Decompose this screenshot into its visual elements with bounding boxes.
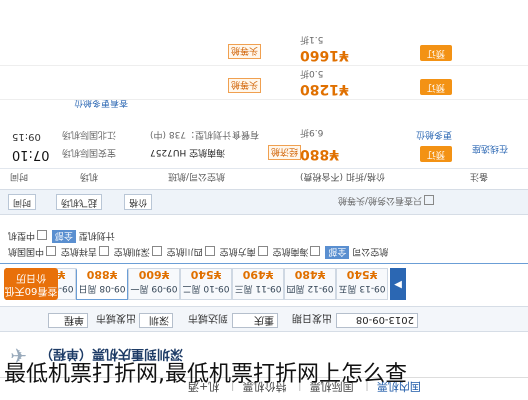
col-price[interactable]: 价格/折扣 (不含税费) [300, 171, 385, 184]
airline-option: 四川航空 [166, 246, 203, 256]
next-date-arrow[interactable]: ▶ [390, 268, 406, 300]
airline-checkbox[interactable] [310, 246, 321, 257]
dep-airport: 宝安国际机场 [62, 147, 117, 157]
arr-airport: 江北国际机场 [62, 129, 117, 139]
caption-text: 最低机票打折网,最低机票打折网上怎么查 [4, 362, 407, 387]
date-label: 出发日期 [292, 312, 332, 323]
arr-time: 09:15 [12, 131, 41, 142]
meal-info: 有餐食 [232, 129, 260, 139]
col-airline: 航空公司/航班 [168, 171, 226, 181]
airline-checkbox[interactable] [204, 246, 215, 257]
date-tabs: ◀ 09-07 周六¥730 09-08 周日¥880 09-09 周一¥600… [0, 264, 528, 300]
plane-all-button[interactable]: 全部 [51, 230, 76, 243]
col-airport: 机场 [80, 171, 99, 181]
cabin-tag: 经济舱 [268, 145, 302, 160]
cabin-discount: 5.1折 [300, 34, 324, 44]
sort-price-button[interactable]: 价格 [124, 194, 153, 210]
seat-select-link[interactable]: 在线选座 [472, 143, 508, 156]
airline-checkbox[interactable] [46, 246, 57, 257]
plane-filter-label: 计划机型 [78, 230, 115, 240]
date-tab[interactable]: 09-10 周二 ¥540 [180, 268, 232, 300]
airline-checkbox[interactable] [257, 246, 268, 257]
cabin-tag: 头等舱 [228, 78, 262, 93]
depart-city-input[interactable]: 深圳 [139, 313, 173, 328]
plane-option: 中型机 [8, 230, 36, 240]
depart-label: 出发城市 [96, 312, 136, 323]
airline-checkbox[interactable] [151, 246, 162, 257]
sort-bar: 时间 起飞机场 价格 只查看公务舱/头等舱 [0, 189, 528, 215]
date-tab[interactable]: 09-12 周四 ¥480 [284, 268, 336, 300]
airline-all-button[interactable]: 全部 [325, 246, 350, 259]
airline-option: 中国国航 [8, 246, 45, 256]
col-time[interactable]: 时间 [10, 171, 28, 184]
flight-discount: 6.9折 [300, 127, 324, 137]
airline-option: 南方航空 [219, 246, 256, 256]
calendar-button[interactable]: 查看60天低价日历 [4, 268, 58, 300]
rotated-screenshot: 国内机票| 国际机票| 特价机票| 机+酒 ✈ 深圳到重庆机票（单程） 单程 出… [0, 0, 528, 400]
sort-airport-button[interactable]: 起飞机场 [56, 194, 103, 210]
flight-row[interactable]: 07:10 09:15 宝安国际机场 江北国际机场 海南航空 HU7257 计划… [0, 114, 528, 164]
airline-filter-label: 航空公司 [352, 246, 389, 256]
book-button[interactable]: 预订 [420, 45, 452, 61]
filter-panel: 航空公司 全部 海南航空 南方航空 四川航空 深圳航空 吉祥航空 中国国航 计划… [0, 225, 528, 264]
cabin-tag: 头等舱 [228, 44, 262, 59]
col-note: 备注 [470, 171, 489, 181]
book-button[interactable]: 预订 [420, 146, 452, 162]
flight-number: 海南航空 HU7257 [150, 147, 226, 157]
date-tab[interactable]: 09-13 周五 ¥540 [336, 268, 388, 300]
cabin-row[interactable]: 头等舱 ¥1280 5.0折 预订 [0, 68, 528, 100]
plane-type: 计划机型：738 (中) [150, 129, 232, 139]
flight-price: ¥880 [300, 146, 339, 162]
book-button[interactable]: 预订 [420, 79, 452, 95]
cabin-row[interactable]: 头等舱 ¥1660 5.1折 预订 [0, 34, 528, 66]
search-bar: 单程 出发城市 深圳 到达城市 重庆 出发日期 2013-09-08 [0, 306, 528, 332]
arrive-city-input[interactable]: 重庆 [232, 313, 278, 328]
cabin-price: ¥1280 [300, 81, 349, 97]
dep-time: 07:10 [12, 147, 50, 162]
airline-option: 吉祥航空 [60, 246, 97, 256]
cabin-discount: 5.0折 [300, 68, 324, 78]
date-tab[interactable]: 09-09 周一 ¥600 [128, 268, 180, 300]
results-header: 时间 机场 航空公司/航班 价格/折扣 (不含税费) 备注 [0, 168, 528, 187]
plane-checkbox[interactable] [37, 230, 48, 241]
date-input[interactable]: 2013-09-08 [336, 313, 418, 328]
airline-option: 海南航空 [272, 246, 309, 256]
airline-checkbox[interactable] [98, 246, 109, 257]
sort-time-button[interactable]: 时间 [8, 194, 37, 210]
arrive-label: 到达城市 [188, 312, 228, 323]
cabin-price: ¥1660 [300, 47, 349, 63]
date-tab-selected[interactable]: 09-08 周日 ¥880 [76, 268, 128, 300]
cabin-only-checkbox-label[interactable]: 只查看公务舱/头等舱 [338, 195, 436, 208]
more-cabins-link[interactable]: 更多舱位 [416, 129, 452, 142]
date-tab[interactable]: 09-11 周三 ¥490 [232, 268, 284, 300]
airline-option: 深圳航空 [113, 246, 150, 256]
trip-type-select[interactable]: 单程 [48, 313, 88, 328]
